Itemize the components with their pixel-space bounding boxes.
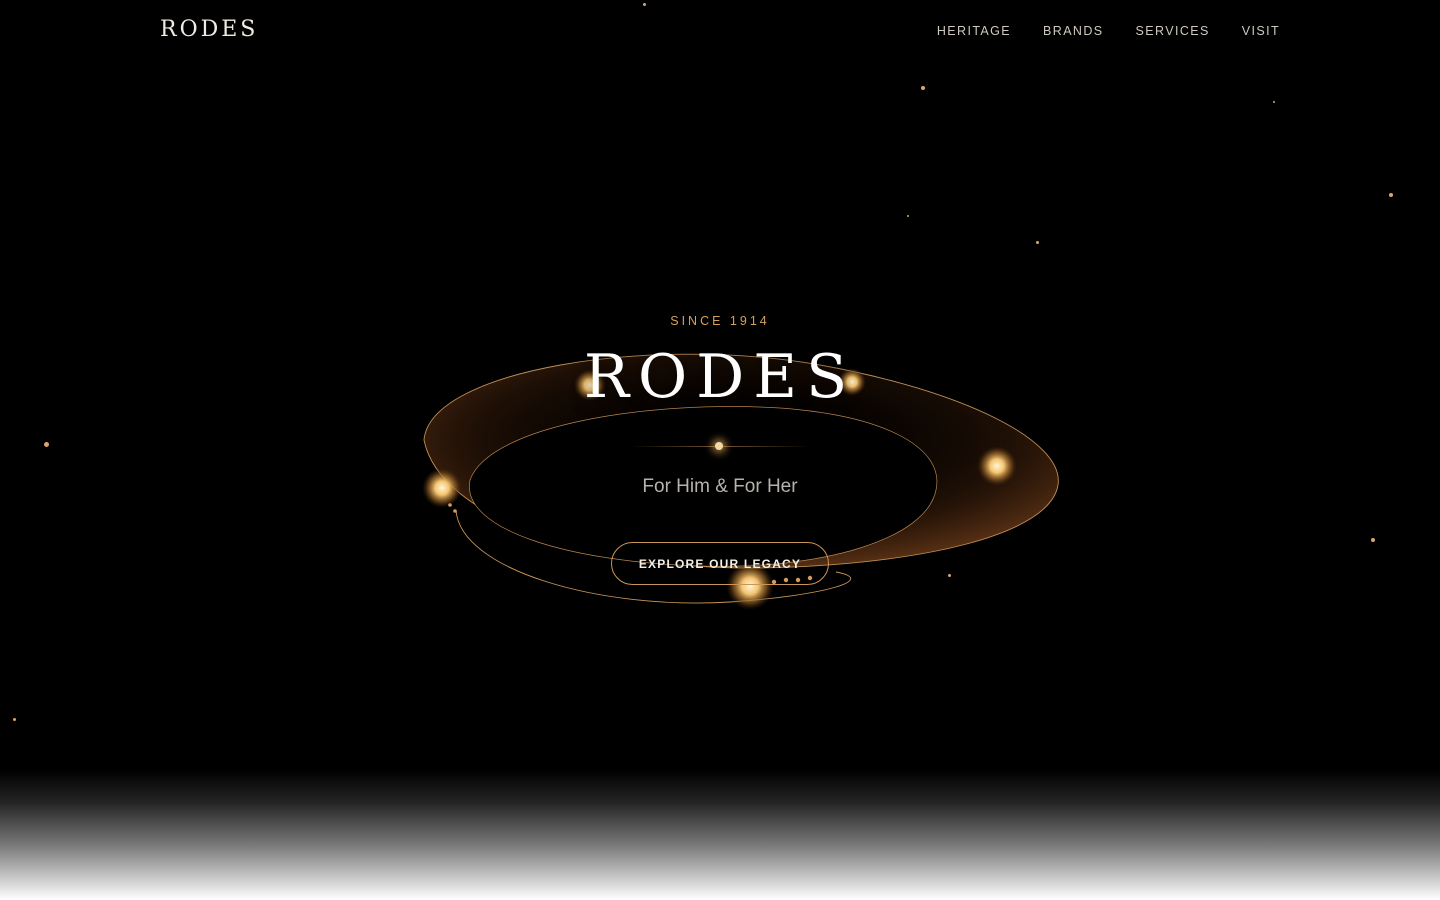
bead [453,509,457,513]
nav-link-heritage[interactable]: HERITAGE [937,24,1011,38]
explore-legacy-button[interactable]: EXPLORE OUR LEGACY [611,542,829,585]
bead [448,503,452,507]
nav-link-services[interactable]: SERVICES [1136,24,1210,38]
hero-tagline: For Him & For Her [642,476,798,497]
top-nav: RODES HERITAGE BRANDS SERVICES VISIT [0,0,1440,64]
star-dot [1389,193,1393,197]
nav-links: HERITAGE BRANDS SERVICES VISIT [937,24,1280,38]
star-dot [1273,101,1275,103]
divider-gem-icon [715,442,723,450]
hero-page: RODES HERITAGE BRANDS SERVICES VISIT SIN… [0,0,1440,900]
star-dot [1036,241,1039,244]
bottom-fade [0,770,1440,900]
hero-title: RODES [583,342,857,412]
star-dot [13,718,16,721]
star-dot [907,215,909,217]
nav-link-brands[interactable]: BRANDS [1043,24,1104,38]
star-dot [921,86,925,90]
site-logo[interactable]: RODES [160,17,258,42]
nav-link-visit[interactable]: VISIT [1242,24,1280,38]
star-dot [44,442,49,447]
hero-eyebrow: SINCE 1914 [670,314,770,328]
star-dot [1371,538,1375,542]
